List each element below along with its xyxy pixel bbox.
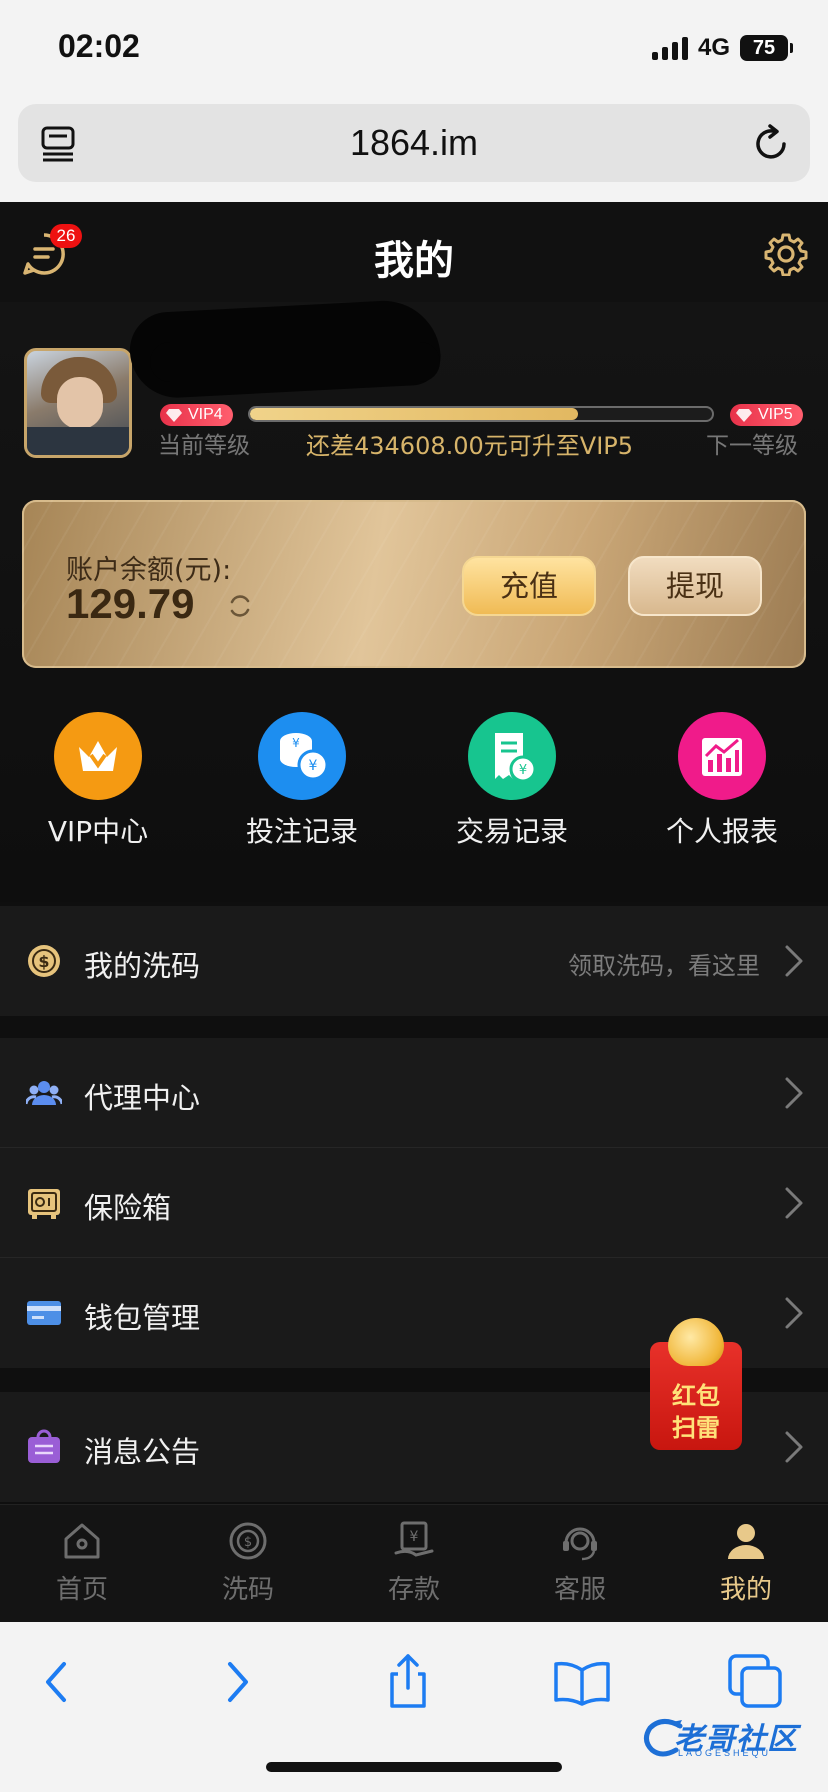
chevron-right-icon	[785, 945, 803, 977]
next-level-label: 下一等级	[706, 433, 798, 459]
profile-section: VIP4 VIP5 当前等级 还差434608.00元可升至VIP5 下一等级 …	[0, 297, 828, 902]
menu-label: 钱包管理	[84, 1301, 201, 1335]
dollar-coin-icon: $	[28, 945, 60, 977]
wallet-icon	[27, 1301, 61, 1325]
svg-text:¥: ¥	[519, 763, 527, 778]
signal-icon	[651, 36, 688, 60]
url-text[interactable]: 1864.im	[18, 122, 810, 164]
tab-label: 我的	[719, 1575, 772, 1605]
avatar[interactable]	[24, 348, 132, 458]
chart-icon	[678, 712, 766, 800]
menu-item-safe[interactable]: 保险箱	[0, 1148, 828, 1258]
bookmarks-icon[interactable]	[552, 1652, 612, 1712]
diamond-icon	[166, 409, 182, 422]
tab-deposit[interactable]: ¥ 存款	[354, 1519, 474, 1606]
quick-action-label: VIP中心	[47, 815, 149, 848]
vip-progress-fill	[250, 408, 579, 420]
network-type: 4G	[697, 34, 730, 61]
rebate-row[interactable]: $ 我的洗码 领取洗码，看这里	[0, 906, 828, 1016]
support-icon	[563, 1527, 597, 1561]
next-vip-badge: VIP5	[730, 404, 803, 426]
current-level-label: 当前等级	[158, 433, 250, 459]
current-vip-badge: VIP4	[160, 404, 233, 426]
coins-icon: ¥ ¥	[258, 712, 346, 800]
menu-label: 代理中心	[84, 1081, 201, 1115]
rebate-icon: $	[229, 1522, 267, 1560]
agents-icon	[26, 1081, 62, 1105]
tab-label: 存款	[387, 1575, 440, 1605]
quick-action-label: 投注记录	[245, 815, 358, 848]
svg-text:$: $	[38, 952, 49, 971]
svg-text:$: $	[244, 1535, 252, 1550]
tab-label: 客服	[553, 1575, 606, 1605]
transaction-records-button[interactable]: ¥ 交易记录	[422, 712, 602, 850]
watermark-subtext: LAOGESHEQU	[678, 1748, 772, 1758]
balance-card: 账户余额(元): 129.79 充值 提现	[22, 500, 806, 668]
vip-progress-bar	[248, 406, 714, 422]
vip-center-button[interactable]: VIP中心	[8, 712, 188, 850]
gold-coin-icon	[668, 1318, 724, 1366]
red-packet-button[interactable]: 红包 扫雷	[650, 1318, 742, 1450]
reload-icon[interactable]	[750, 122, 792, 164]
home-icon	[64, 1523, 100, 1559]
page-title: 我的	[374, 238, 454, 284]
chevron-right-icon	[785, 1077, 803, 1109]
quick-action-label: 交易记录	[455, 815, 568, 848]
quick-action-label: 个人报表	[665, 815, 778, 848]
svg-text:¥: ¥	[410, 1529, 419, 1545]
tab-label: 洗码	[221, 1575, 274, 1605]
menu-label: 我的洗码	[84, 949, 201, 983]
balance-value: 129.79	[66, 580, 195, 627]
app-header: 26 我的	[0, 202, 828, 302]
tab-profile[interactable]: 我的	[686, 1519, 806, 1606]
tabs-icon[interactable]	[726, 1652, 786, 1712]
tab-support[interactable]: 客服	[520, 1519, 640, 1606]
bottom-tab-bar: 首页 $ 洗码 ¥ 存款 客服 我的	[0, 1504, 828, 1622]
diamond-icon	[736, 409, 752, 422]
menu-label: 消息公告	[84, 1435, 201, 1469]
rebate-group: $ 我的洗码 领取洗码，看这里	[0, 906, 828, 1016]
profile-icon	[728, 1524, 764, 1559]
tab-label: 首页	[55, 1575, 108, 1605]
status-bar: 02:02 4G 75	[0, 0, 828, 96]
battery-icon: 75	[740, 35, 793, 61]
bet-records-button[interactable]: ¥ ¥ 投注记录	[212, 712, 392, 850]
back-icon[interactable]	[28, 1652, 88, 1712]
chevron-right-icon	[785, 1297, 803, 1329]
upgrade-hint: 还差434608.00元可升至VIP5	[306, 432, 634, 460]
red-packet-line1: 红包	[672, 1382, 720, 1410]
address-bar[interactable]: 1864.im	[18, 104, 810, 182]
deposit-button[interactable]: 充值	[462, 556, 596, 616]
svg-text:¥: ¥	[292, 736, 300, 750]
notice-icon	[28, 1429, 60, 1463]
watermark-logo: 老哥社区 LAOGESHEQU	[640, 1712, 816, 1764]
tab-rebate[interactable]: $ 洗码	[188, 1519, 308, 1606]
chevron-right-icon	[785, 1187, 803, 1219]
withdraw-button[interactable]: 提现	[628, 556, 762, 616]
crown-icon	[54, 712, 142, 800]
menu-hint: 领取洗码，看这里	[568, 952, 760, 980]
tab-home[interactable]: 首页	[22, 1519, 142, 1606]
status-time: 02:02	[58, 28, 140, 64]
safe-icon	[28, 1189, 60, 1219]
personal-report-button[interactable]: 个人报表	[632, 712, 812, 850]
refresh-icon[interactable]	[226, 592, 254, 620]
svg-text:¥: ¥	[309, 758, 318, 774]
menu-item-agent-center[interactable]: 代理中心	[0, 1038, 828, 1148]
forward-icon[interactable]	[206, 1652, 266, 1712]
share-icon[interactable]	[378, 1652, 438, 1712]
home-indicator	[266, 1762, 562, 1772]
browser-address-area: 1864.im	[0, 96, 828, 202]
red-packet-line2: 扫雷	[672, 1414, 720, 1442]
deposit-icon: ¥	[394, 1521, 434, 1557]
chevron-right-icon	[785, 1431, 803, 1463]
menu-label: 保险箱	[84, 1191, 172, 1225]
receipt-icon: ¥	[468, 712, 556, 800]
status-indicators: 4G 75	[651, 34, 793, 62]
gear-icon[interactable]	[764, 232, 808, 276]
